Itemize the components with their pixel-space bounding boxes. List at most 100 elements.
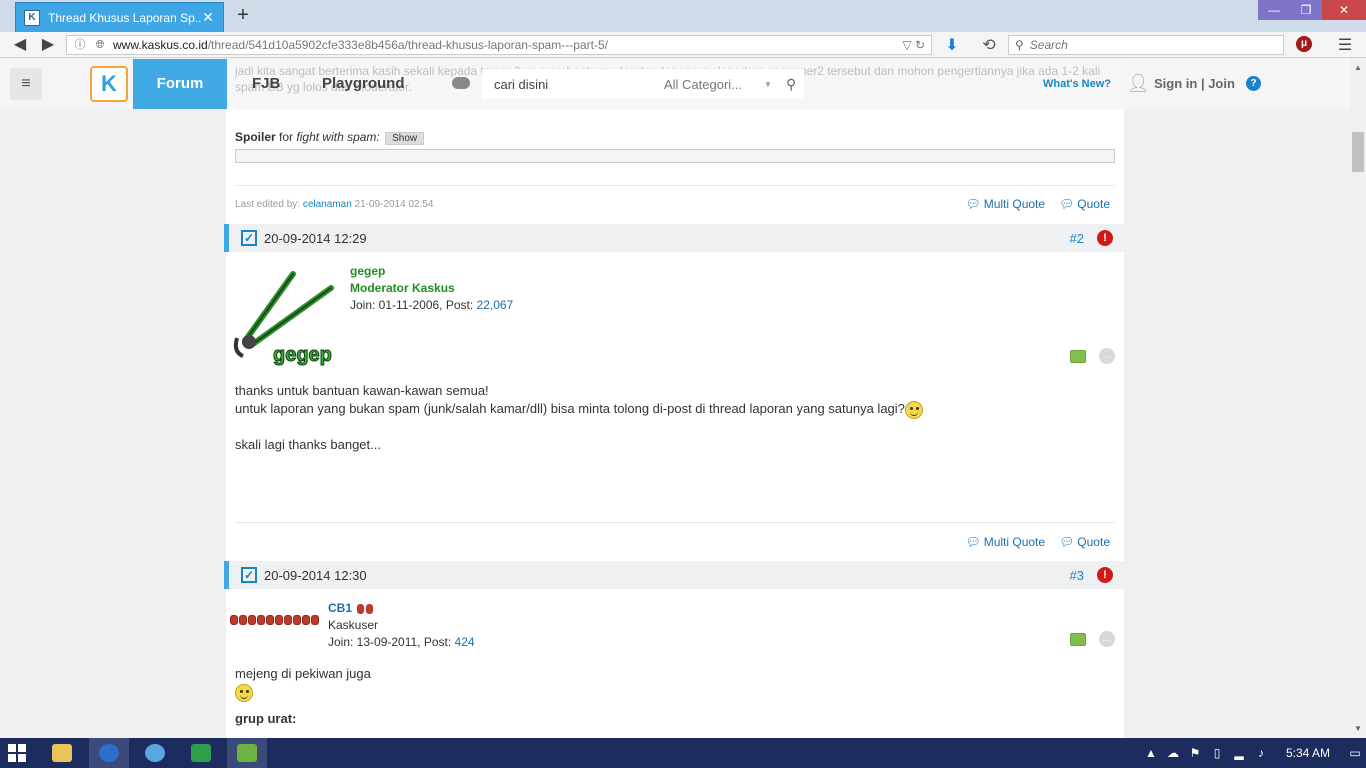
signal-icon[interactable]: ▂	[1228, 746, 1250, 760]
post-count-link[interactable]: 22,067	[477, 298, 514, 312]
spoiler-header: Spoiler for fight with spam: Show	[235, 130, 425, 145]
folder-icon	[52, 744, 72, 762]
window-controls: — ❐ ✕	[1258, 0, 1366, 20]
scroll-thumb[interactable]	[1352, 132, 1364, 172]
hamburger-menu-button[interactable]: ≡	[10, 68, 42, 100]
system-tray: ▲ ☁ ⚑ ▯ ▂ ♪ 5:34 AM ▭	[1140, 738, 1366, 768]
chat-bubble-icon[interactable]	[452, 77, 470, 89]
post-date: 20-09-2014 12:29	[264, 231, 367, 246]
firefox-taskbar-item[interactable]	[89, 738, 129, 768]
info-icon[interactable]: ⓘ	[73, 38, 87, 52]
post-body: mejeng di pekiwan juga grup urat:	[235, 666, 371, 726]
user-icon: 👤︎	[1127, 73, 1150, 93]
username-link[interactable]: CB1	[328, 601, 352, 615]
post-number-link[interactable]: #2	[1070, 231, 1084, 246]
spoiler-show-button[interactable]: Show	[385, 132, 425, 145]
comments-icon: 💬︎	[965, 535, 981, 549]
signin-link[interactable]: Sign in | Join	[1154, 76, 1235, 91]
forward-button[interactable]: ▶	[38, 35, 58, 55]
address-bar[interactable]: ⓘ 🌐︎ www.kaskus.co.id/thread/541d10a5902…	[66, 35, 932, 55]
post-date: 20-09-2014 12:30	[264, 568, 367, 583]
file-explorer-taskbar-item[interactable]	[42, 738, 82, 768]
browser-menu-icon[interactable]: ☰	[1336, 35, 1354, 55]
quote-button[interactable]: 💬︎ Quote	[1059, 535, 1110, 549]
help-icon[interactable]: ?	[1246, 76, 1261, 91]
reputation-icon[interactable]: …	[1099, 348, 1115, 364]
page-viewport: Spoiler for fight with spam: Show Last e…	[0, 59, 1350, 738]
notifications-icon[interactable]: ▭	[1344, 746, 1366, 760]
volume-icon[interactable]: ♪	[1250, 746, 1272, 760]
history-icon[interactable]: ⟲	[980, 35, 998, 55]
chrome-taskbar-item[interactable]	[135, 738, 175, 768]
reputation-icon[interactable]: …	[1099, 631, 1115, 647]
excel-taskbar-item[interactable]	[181, 738, 221, 768]
clock[interactable]: 5:34 AM	[1272, 746, 1344, 760]
username-link[interactable]: gegep	[350, 263, 513, 280]
close-tab-icon[interactable]: ✕	[201, 9, 215, 26]
flag-icon[interactable]: ⚑	[1184, 746, 1206, 760]
site-header: jadi kita sangat berterima kasih sekali …	[0, 59, 1350, 109]
whats-new-link[interactable]: What's New?	[1043, 78, 1111, 90]
thread-content: Spoiler for fight with spam: Show Last e…	[224, 59, 1124, 738]
network-taskbar-item[interactable]	[227, 738, 267, 768]
badge-icon	[357, 603, 365, 614]
last-edited-user-link[interactable]: celanaman	[303, 199, 352, 210]
browser-search-input[interactable]	[1029, 38, 1270, 52]
maximize-button[interactable]: ❐	[1290, 0, 1322, 20]
browser-search-box[interactable]: ⚲	[1008, 35, 1284, 55]
user-role: Moderator Kaskus	[350, 281, 455, 295]
post2-actions: 💬︎ Multi Quote 💬︎ Quote	[965, 535, 1110, 549]
taskbar: ▲ ☁ ⚑ ▯ ▂ ♪ 5:34 AM ▭	[0, 738, 1366, 768]
user-info: gegep Moderator Kaskus Join: 01-11-2006,…	[350, 263, 513, 314]
search-icon: ⚲	[1015, 38, 1024, 52]
ublock-icon[interactable]: μ	[1296, 36, 1312, 52]
close-window-button[interactable]: ✕	[1322, 0, 1366, 20]
new-tab-button[interactable]: +	[233, 5, 253, 25]
search-icon[interactable]: ⚲	[786, 76, 796, 93]
start-button[interactable]	[8, 744, 26, 762]
smiley-icon	[904, 400, 923, 419]
comment-icon: 💬︎	[1059, 197, 1075, 211]
minimize-button[interactable]: —	[1258, 0, 1290, 20]
chevron-up-icon[interactable]: ▲	[1140, 746, 1162, 760]
forum-nav-link[interactable]: Forum	[133, 59, 227, 109]
divider	[235, 185, 1115, 186]
browser-tabbar: K Thread Khusus Laporan Sp... ✕ + — ❐ ✕	[0, 0, 1366, 32]
battery-icon[interactable]: ▯	[1206, 746, 1228, 760]
spreadsheet-icon	[191, 744, 211, 762]
multi-quote-button[interactable]: 💬︎ Multi Quote	[965, 535, 1045, 549]
checkbox-icon[interactable]: ✓	[241, 567, 257, 583]
cloud-icon[interactable]: ☁	[1162, 746, 1184, 760]
scroll-up-icon[interactable]: ▲	[1350, 61, 1366, 75]
post-count-link[interactable]: 424	[455, 635, 475, 649]
chevron-down-icon[interactable]: ▼	[764, 80, 780, 89]
scrollbar[interactable]: ▲ ▼	[1350, 59, 1366, 738]
post-number-link[interactable]: #3	[1070, 568, 1084, 583]
back-button[interactable]: ◀	[10, 35, 30, 55]
join-info: Join: 01-11-2006, Post: 22,067	[350, 298, 514, 312]
report-icon[interactable]: !	[1097, 230, 1113, 246]
multi-quote-button[interactable]: 💬︎ Multi Quote	[965, 197, 1045, 211]
chat-icon[interactable]	[1070, 633, 1086, 646]
report-icon[interactable]: !	[1097, 567, 1113, 583]
user-info: CB1 Kaskuser Join: 13-09-2011, Post: 424	[328, 600, 475, 651]
post-body: thanks untuk bantuan kawan-kawan semua! …	[235, 382, 923, 454]
site-search-input[interactable]: cari disini	[494, 77, 664, 92]
reload-icon[interactable]: ▽ ↻	[902, 38, 925, 52]
smiley-icon	[235, 683, 253, 702]
download-icon[interactable]: ⬇	[943, 35, 961, 55]
checkbox-icon[interactable]: ✓	[241, 230, 257, 246]
fjb-nav-link[interactable]: FJB	[252, 75, 280, 92]
kaskus-logo-icon[interactable]: K	[90, 66, 128, 102]
quote-button[interactable]: 💬︎ Quote	[1059, 197, 1110, 211]
playground-nav-link[interactable]: Playground	[322, 75, 405, 92]
scroll-down-icon[interactable]: ▼	[1350, 722, 1366, 736]
network-icon	[237, 744, 257, 762]
join-info: Join: 13-09-2011, Post: 424	[328, 635, 475, 649]
browser-tab[interactable]: K Thread Khusus Laporan Sp... ✕	[15, 2, 224, 32]
user-role: Kaskuser	[328, 618, 379, 632]
reputation-bar	[230, 615, 319, 625]
category-select[interactable]: All Categori...	[664, 77, 764, 92]
chat-icon[interactable]	[1070, 350, 1086, 363]
globe-icon: 🌐︎	[95, 39, 105, 51]
